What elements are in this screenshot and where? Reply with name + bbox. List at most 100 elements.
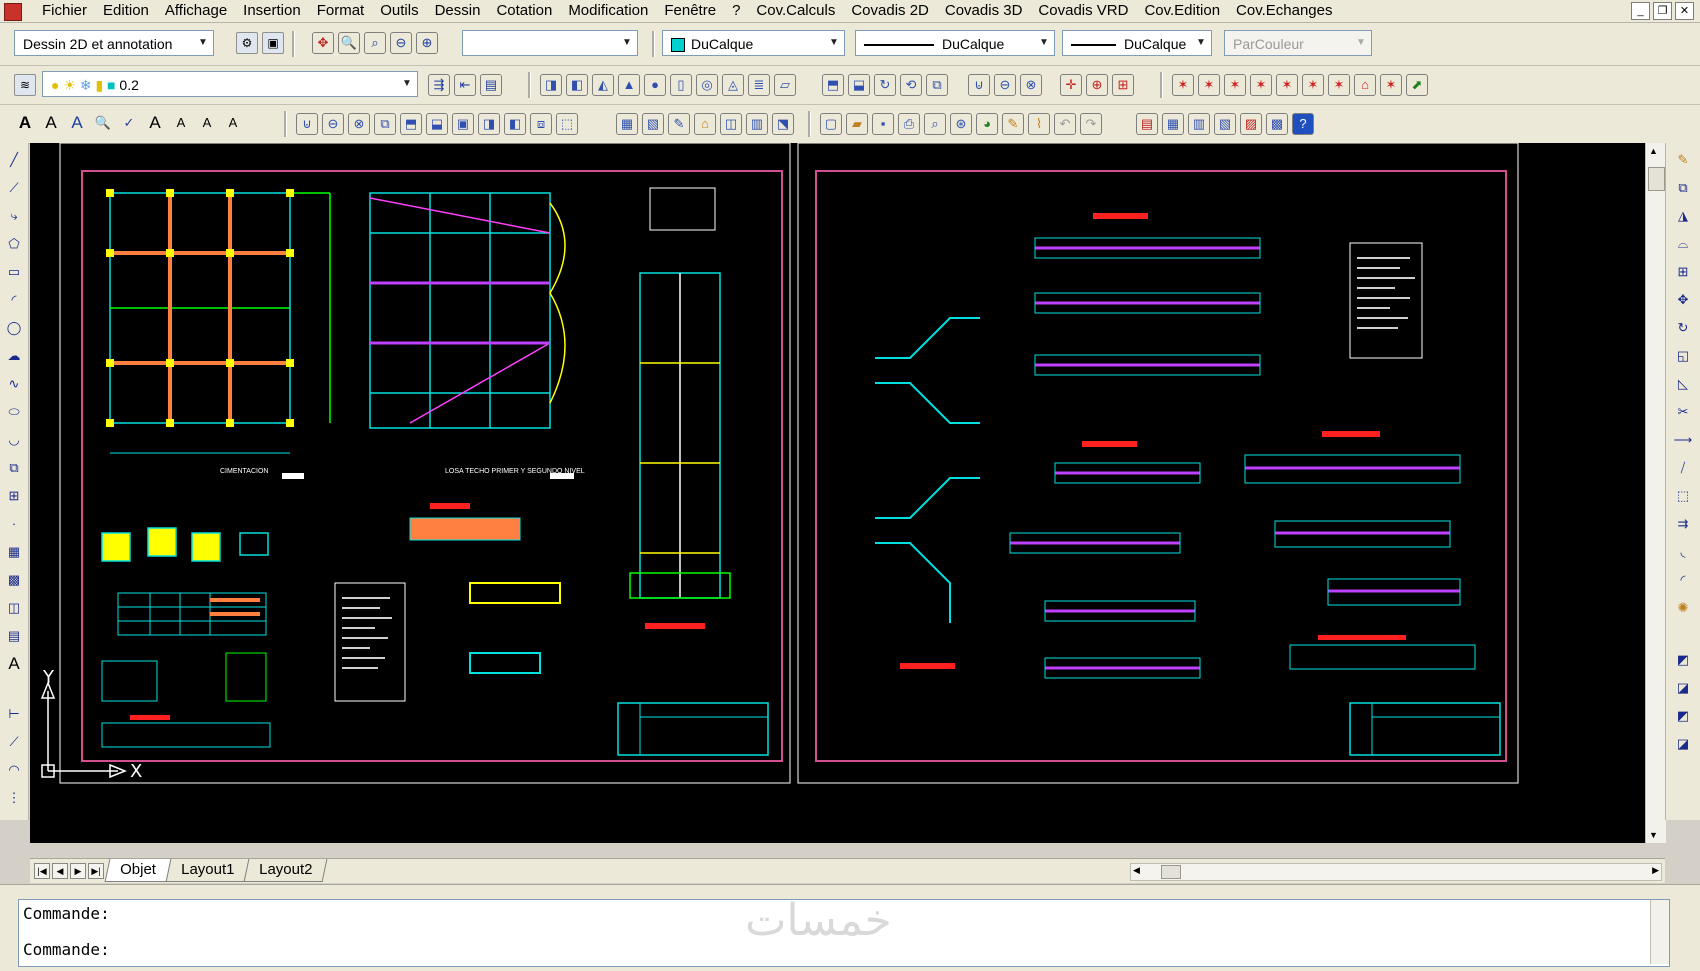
prev-tab-icon[interactable]: ◀ — [52, 863, 68, 879]
sphere-icon[interactable]: ● — [644, 74, 666, 96]
tab-layout1[interactable]: Layout1 — [165, 859, 250, 882]
text-style-icon[interactable]: A — [144, 113, 166, 135]
cone-icon[interactable]: ▲ — [618, 74, 640, 96]
design-center-icon[interactable]: ▦ — [1162, 113, 1184, 135]
layer-select[interactable]: ● ☀ ❄ ▮ ■ 0.2 ▼ — [42, 71, 418, 97]
region-icon[interactable]: ◫ — [3, 597, 25, 619]
justify-text-icon[interactable]: A — [196, 113, 218, 135]
covadis-tool-9-icon[interactable]: ✶ — [1380, 74, 1402, 96]
tool-icon[interactable]: ⊖ — [322, 113, 344, 135]
covadis-tool-10-icon[interactable]: ⬈ — [1406, 74, 1428, 96]
brush-icon[interactable]: ⌇ — [1028, 113, 1050, 135]
circle-icon[interactable]: ◯ — [3, 317, 25, 339]
markup-icon[interactable]: ▨ — [1240, 113, 1262, 135]
open-folder-icon[interactable]: ▰ — [846, 113, 868, 135]
scroll-down-icon[interactable]: ▼ — [1649, 830, 1658, 840]
color-select[interactable]: DuCalque ▼ — [662, 30, 845, 56]
tool-icon[interactable]: ⧈ — [530, 113, 552, 135]
help-icon[interactable]: ? — [1292, 113, 1314, 135]
menu-modification[interactable]: Modification — [560, 2, 656, 20]
match-properties-icon[interactable]: ✎ — [1002, 113, 1024, 135]
single-line-text-icon[interactable]: A — [40, 113, 62, 135]
menu-covadis-vrd[interactable]: Covadis VRD — [1030, 2, 1136, 20]
dimension-arc-icon[interactable]: ◠ — [3, 759, 25, 781]
tool-icon[interactable]: ⊗ — [348, 113, 370, 135]
scroll-left-icon[interactable]: ◀ — [1133, 865, 1140, 876]
covadis-tool-2-icon[interactable]: ✶ — [1198, 74, 1220, 96]
scroll-right-icon[interactable]: ▶ — [1652, 865, 1659, 876]
menu-edition[interactable]: Edition — [95, 2, 157, 20]
menu-affichage[interactable]: Affichage — [157, 2, 235, 20]
intersect-icon[interactable]: ⊗ — [1020, 74, 1042, 96]
menu-cov-edition[interactable]: Cov.Edition — [1136, 2, 1228, 20]
3d-rotate-icon[interactable]: ⊕ — [1086, 74, 1108, 96]
line-icon[interactable]: ╱ — [3, 149, 25, 171]
layer-states-icon[interactable]: ▤ — [480, 74, 502, 96]
layer-manager-icon[interactable]: ≋ — [14, 74, 36, 96]
sheet-set-icon[interactable]: ▧ — [1214, 113, 1236, 135]
mtext-icon[interactable]: A — [3, 653, 25, 675]
dimension-linear-icon[interactable]: ⊢ — [3, 703, 25, 725]
union-icon[interactable]: ⊍ — [968, 74, 990, 96]
workspace-settings-icon[interactable]: ⚙ — [236, 32, 258, 54]
covadis-tool-4-icon[interactable]: ✶ — [1250, 74, 1272, 96]
zoom-window-icon[interactable]: ⌕ — [364, 32, 386, 54]
sweep-icon[interactable]: ↻ — [874, 74, 896, 96]
construction-line-icon[interactable]: ⟋ — [3, 177, 25, 199]
ellipse-arc-icon[interactable]: ◡ — [3, 429, 25, 451]
offset-icon[interactable]: ⌓ — [1672, 233, 1694, 255]
chevron-down-icon[interactable]: ▼ — [1037, 35, 1051, 51]
tool-icon[interactable]: ◫ — [720, 113, 742, 135]
explode-icon[interactable]: ✺ — [1672, 597, 1694, 619]
wedge-icon[interactable]: ◭ — [592, 74, 614, 96]
box-icon[interactable]: ◧ — [566, 74, 588, 96]
torus-icon[interactable]: ◎ — [696, 74, 718, 96]
save-icon[interactable]: ▪ — [872, 113, 894, 135]
command-prompt[interactable]: Commande: — [23, 940, 110, 959]
menu-cov-calculs[interactable]: Cov.Calculs — [748, 2, 843, 20]
tool-icon[interactable]: ◨ — [478, 113, 500, 135]
covadis-tool-1-icon[interactable]: ✶ — [1172, 74, 1194, 96]
pan-icon[interactable]: ✥ — [312, 32, 334, 54]
3d-align-icon[interactable]: ⊞ — [1112, 74, 1134, 96]
minimize-icon[interactable]: _ — [1631, 2, 1650, 20]
make-block-icon[interactable]: ⊞ — [3, 485, 25, 507]
multiline-text-icon[interactable]: A — [14, 113, 36, 135]
chamfer-icon[interactable]: ⇉ — [1672, 513, 1694, 535]
gradient-icon[interactable]: ▩ — [3, 569, 25, 591]
menu-covadis-3d[interactable]: Covadis 3D — [937, 2, 1031, 20]
first-tab-icon[interactable]: |◀ — [34, 863, 50, 879]
mirror-icon[interactable]: ◮ — [1672, 205, 1694, 227]
tool-icon[interactable]: ▣ — [452, 113, 474, 135]
dimension-aligned-icon[interactable]: ⟋ — [3, 731, 25, 753]
trim-icon[interactable]: ✂ — [1672, 401, 1694, 423]
extrude-icon[interactable]: ⬒ — [822, 74, 844, 96]
zoom-realtime-icon[interactable]: 🔍 — [338, 32, 360, 54]
layer-previous-icon[interactable]: ⇤ — [454, 74, 476, 96]
table-icon[interactable]: ▤ — [3, 625, 25, 647]
helix-icon[interactable]: ≣ — [748, 74, 770, 96]
scroll-up-icon[interactable]: ▲ — [1649, 146, 1658, 156]
tool-icon[interactable]: ▦ — [616, 113, 638, 135]
linetype-select[interactable]: DuCalque ▼ — [855, 30, 1055, 56]
publish-icon[interactable]: ⊛ — [950, 113, 972, 135]
presspull-icon[interactable]: ⬓ — [848, 74, 870, 96]
tool-icon[interactable]: ⌂ — [694, 113, 716, 135]
menu-dessin[interactable]: Dessin — [427, 2, 489, 20]
tool-icon[interactable]: ⬓ — [426, 113, 448, 135]
scrollbar-thumb[interactable] — [1648, 167, 1665, 191]
zoom-previous-icon[interactable]: ⊖ — [390, 32, 412, 54]
convert-text-icon[interactable]: A — [222, 113, 244, 135]
tool-icon[interactable]: ⧉ — [374, 113, 396, 135]
copy-icon[interactable]: ⧉ — [1672, 177, 1694, 199]
menu-insertion[interactable]: Insertion — [235, 2, 309, 20]
arc-icon[interactable]: ◜ — [3, 289, 25, 311]
preview-icon[interactable]: ⌕ — [924, 113, 946, 135]
covadis-tool-7-icon[interactable]: ✶ — [1328, 74, 1350, 96]
new-file-icon[interactable]: ▢ — [820, 113, 842, 135]
menu-fenetre[interactable]: Fenêtre — [656, 2, 724, 20]
last-tab-icon[interactable]: ▶| — [88, 863, 104, 879]
3d-dwf-icon[interactable]: ◕ — [976, 113, 998, 135]
scrollbar-thumb[interactable] — [1161, 865, 1181, 879]
polysolid-icon[interactable]: ◨ — [540, 74, 562, 96]
